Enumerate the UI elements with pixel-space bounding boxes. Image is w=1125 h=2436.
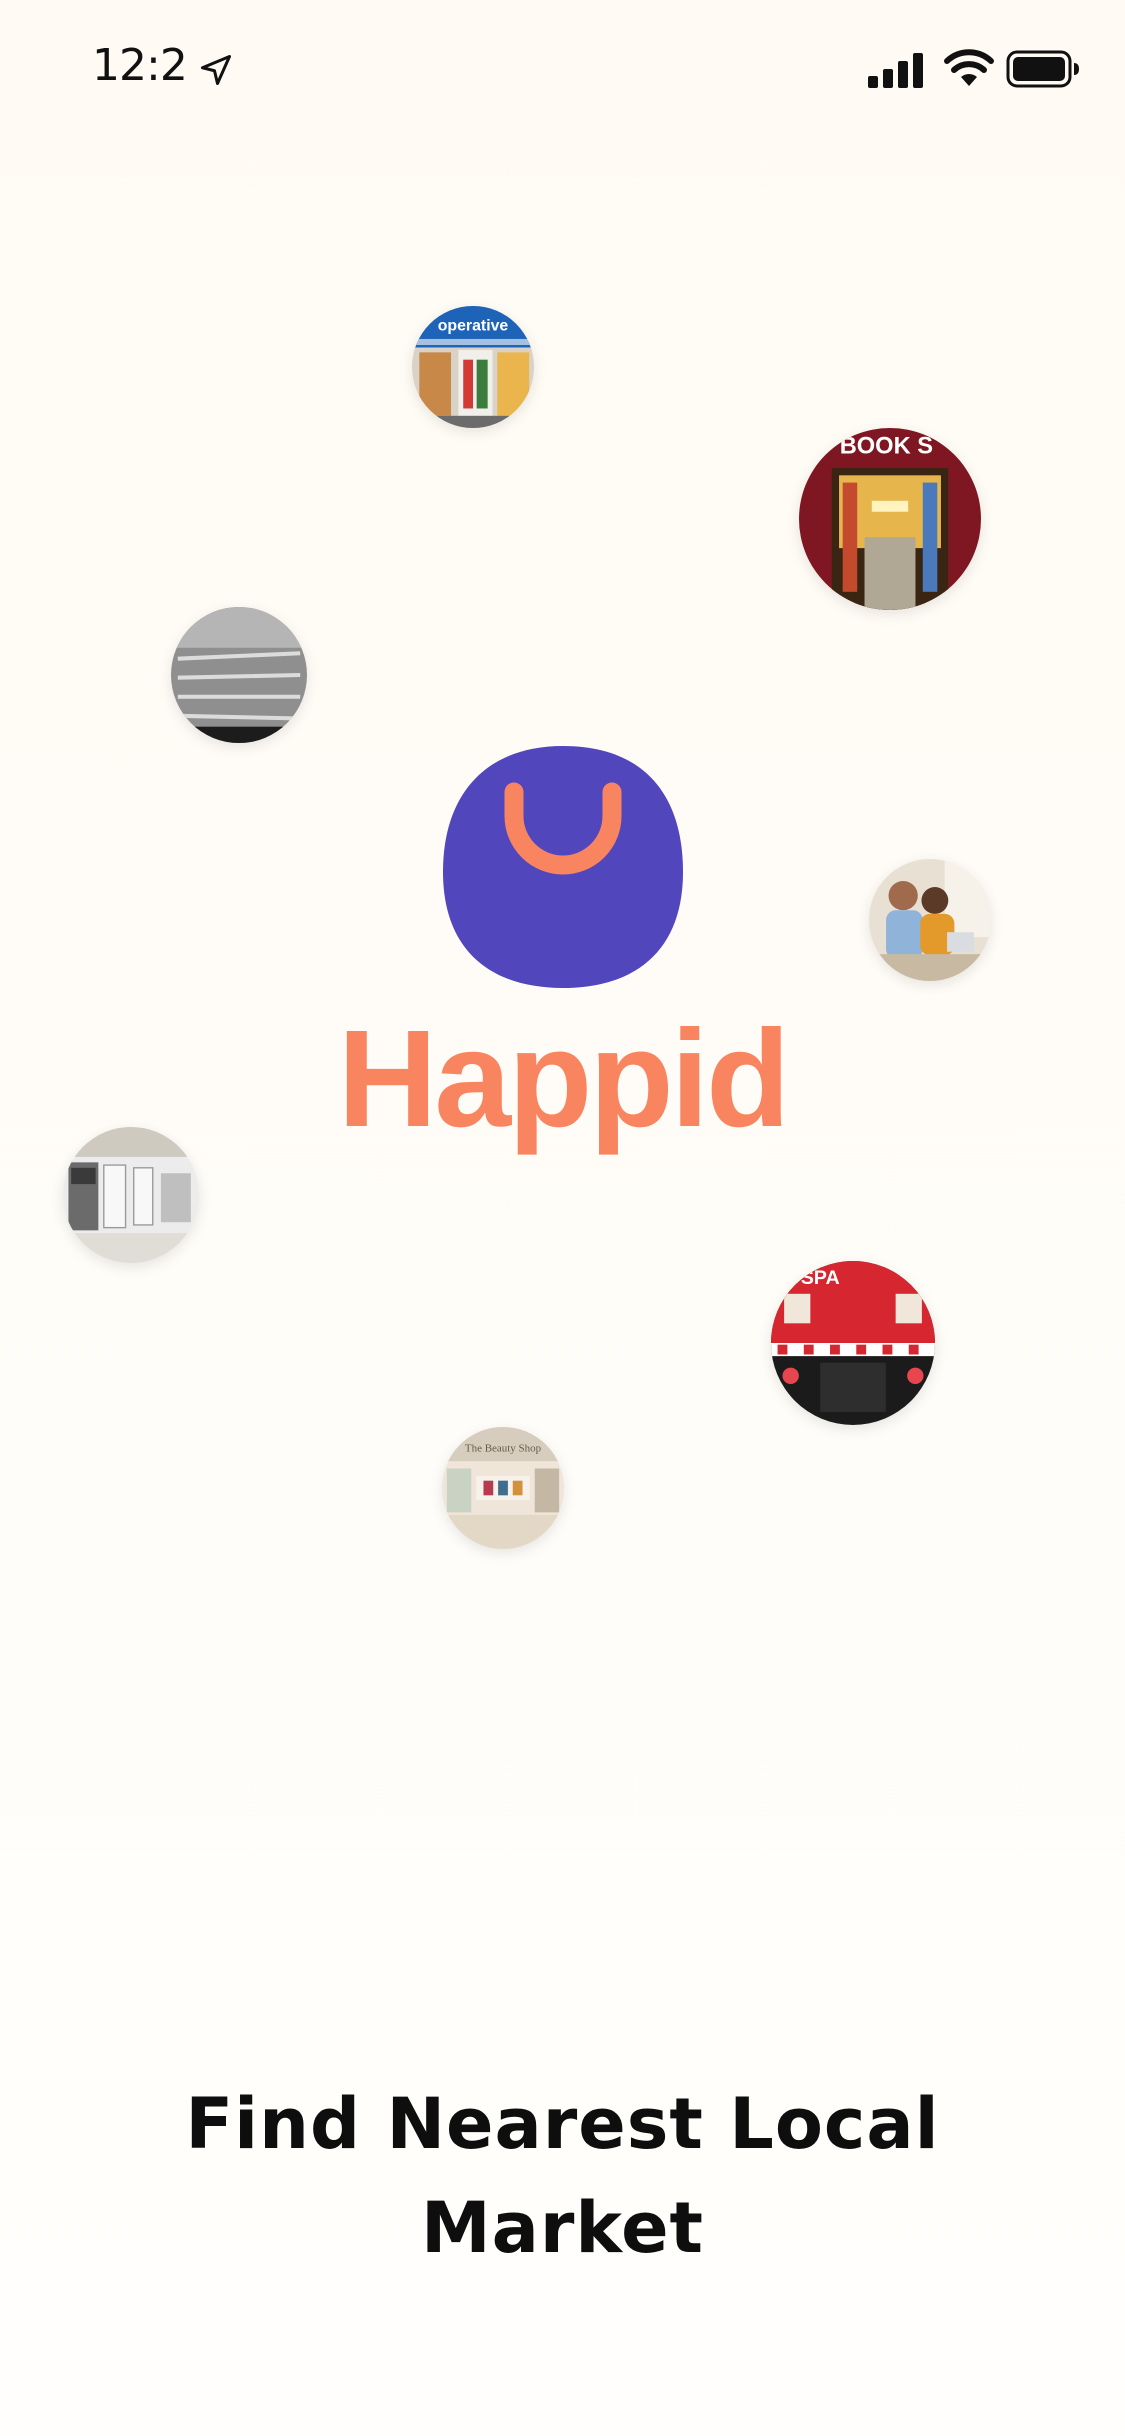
battery-icon [1006,50,1079,88]
hardware-aisle-photo [171,607,307,743]
location-arrow-icon [201,55,231,85]
splash-screen: 12:2 operative BOOK S SPA The Beauty Sho… [0,0,1125,2436]
beauty-shop-photo: The Beauty Shop [442,1427,564,1549]
headline-line-2: Market [420,2187,705,2269]
status-time: 12:2 [92,40,188,91]
status-bar: 12:2 [0,0,1125,140]
bookstore-photo: BOOK S [799,428,981,610]
couple-at-laptop-photo [869,859,991,981]
cellular-signal-icon [868,53,923,88]
spa-sign-text: SPA [801,1267,840,1289]
brand-name: Happid [337,1002,791,1156]
headline-line-1: Find Nearest Local [185,2083,940,2165]
beauty-shop-sign-text: The Beauty Shop [465,1442,542,1454]
cooperative-store-photo: operative [412,306,534,428]
onboarding-headline: Find Nearest Local Market [0,2072,1125,2280]
wifi-icon [944,49,994,86]
shopping-bag-smile-icon [443,746,683,988]
cooperative-sign-text: operative [438,317,509,334]
spa-storefront-photo: SPA [771,1261,935,1425]
bookstore-sign-text: BOOK S [840,433,933,459]
